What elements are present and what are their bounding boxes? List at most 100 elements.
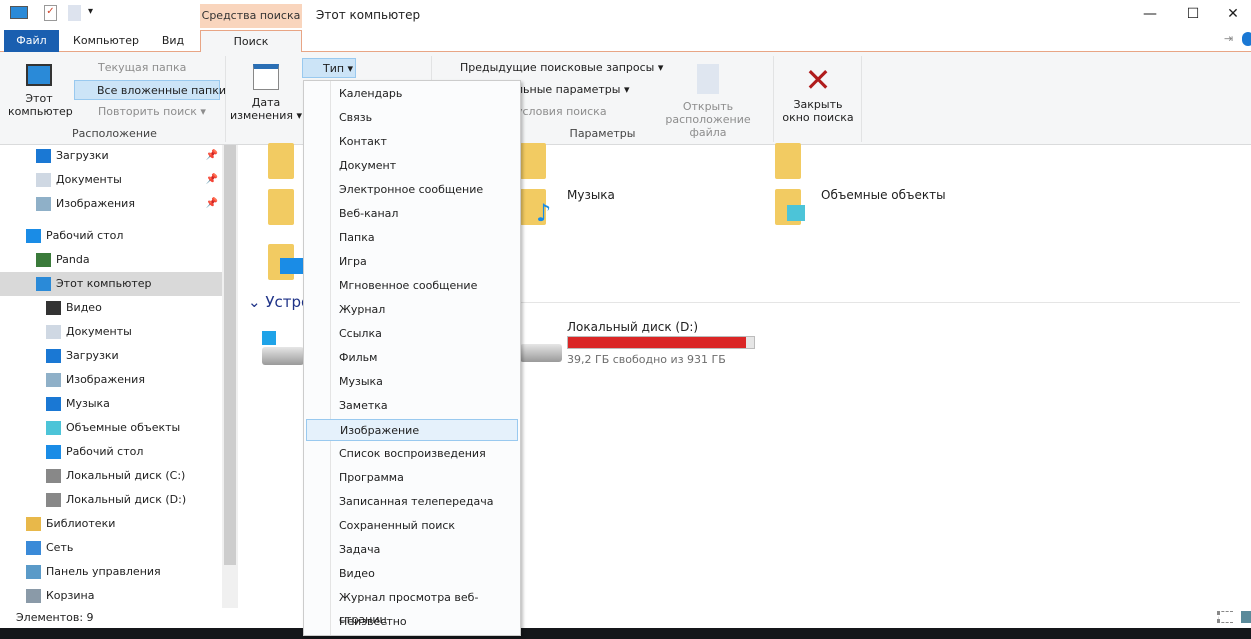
type-menu-item[interactable]: Задача [306, 539, 518, 561]
folder-images[interactable] [268, 185, 304, 225]
properties-icon[interactable]: ✓ [44, 5, 57, 21]
nav-item[interactable]: Загрузки 📌 [0, 144, 222, 168]
nav-item[interactable]: Изображения [0, 368, 222, 392]
this-pc-icon [26, 64, 52, 86]
open-location-label-1: Открыть [682, 100, 734, 113]
nav-item[interactable]: Корзина [0, 584, 222, 608]
tab-search[interactable]: Поиск [200, 30, 302, 52]
nav-item-label: Видео [66, 301, 102, 314]
nav-item[interactable]: Объемные объекты [0, 416, 222, 440]
nav-item-label: Загрузки [56, 149, 109, 162]
type-menu-item[interactable]: Видео [306, 563, 518, 585]
help-icon[interactable] [1242, 32, 1251, 46]
nav-item[interactable]: Загрузки [0, 344, 222, 368]
tab-view[interactable]: Вид [150, 30, 196, 52]
nav-item[interactable]: Библиотеки [0, 512, 222, 536]
nav-item-label: Изображения [56, 197, 135, 210]
close-search-button[interactable]: ✕ Закрыть окно поиска [778, 62, 858, 124]
nav-item-label: Библиотеки [46, 517, 116, 530]
type-menu-item[interactable]: Игра [306, 251, 518, 273]
nav-item-label: Документы [66, 325, 132, 338]
drive-c[interactable] [262, 331, 306, 367]
nav-item[interactable]: Видео [0, 296, 222, 320]
nav-item[interactable]: Изображения 📌 [0, 192, 222, 216]
nav-item-icon [26, 565, 41, 579]
quick-access-dropdown-icon[interactable]: ▾ [88, 6, 93, 17]
large-icons-view-button[interactable] [1241, 611, 1251, 623]
nav-item-label: Рабочий стол [46, 229, 124, 242]
nav-item-icon [46, 445, 61, 459]
nav-item[interactable]: Музыка [0, 392, 222, 416]
all-subfolders-button[interactable]: Все вложенные папки [74, 80, 226, 100]
folder-3d-objects-label: Объемные объекты [821, 188, 946, 202]
type-menu-item[interactable]: Папка [306, 227, 518, 249]
drive-d-free-space: 39,2 ГБ свободно из 931 ГБ [567, 353, 726, 366]
type-dropdown-button[interactable]: Тип ▾ [302, 58, 356, 78]
date-modified-button[interactable]: Дата изменения ▾ [230, 64, 302, 122]
type-menu-item[interactable]: Журнал [306, 299, 518, 321]
type-menu-item[interactable]: Изображение [306, 419, 518, 441]
type-menu-item[interactable]: Ссылка [306, 323, 518, 345]
pin-ribbon-icon[interactable]: ⇥ [1224, 32, 1233, 45]
folder-desktop[interactable] [268, 240, 304, 280]
nav-item-label: Панель управления [46, 565, 161, 578]
nav-item[interactable]: Панель управления [0, 560, 222, 584]
type-menu-item[interactable]: Сохраненный поиск [306, 515, 518, 537]
recent-searches-label: Предыдущие поисковые запросы [460, 61, 655, 74]
taskbar [0, 628, 1251, 639]
nav-item[interactable]: Рабочий стол [0, 440, 222, 464]
type-menu-item[interactable]: Фильм [306, 347, 518, 369]
type-menu-item[interactable]: Записанная телепередача [306, 491, 518, 513]
drive-icon [520, 344, 562, 362]
type-menu-item[interactable]: Контакт [306, 131, 518, 153]
new-folder-icon[interactable] [68, 5, 81, 21]
tab-computer[interactable]: Компьютер [66, 30, 146, 52]
devices-section-header[interactable]: ⌄ Устро [248, 293, 310, 311]
minimize-button[interactable]: — [1130, 4, 1170, 24]
scrollbar-thumb[interactable] [224, 145, 236, 565]
nav-item[interactable]: Panda [0, 248, 222, 272]
date-label-2: изменения [230, 109, 293, 122]
folder-3d-objects[interactable] [775, 185, 811, 225]
repeat-search-label: Повторить поиск [98, 105, 197, 118]
current-folder-button[interactable]: Текущая папка [76, 58, 186, 78]
close-button[interactable]: ✕ [1213, 4, 1251, 24]
nav-item-label: Рабочий стол [66, 445, 144, 458]
tab-file[interactable]: Файл [4, 30, 59, 52]
type-menu-item[interactable]: Неизвестно [306, 611, 518, 633]
details-view-button[interactable] [1217, 611, 1233, 623]
close-group: ✕ Закрыть окно поиска [774, 56, 862, 142]
nav-item[interactable]: Этот компьютер [0, 272, 222, 296]
this-pc-button[interactable]: Этот компьютер [8, 64, 73, 126]
recent-searches-button[interactable]: Предыдущие поисковые запросы ▾ [438, 58, 663, 78]
repeat-search-button[interactable]: Повторить поиск ▾ [76, 102, 206, 122]
type-menu-item[interactable]: Веб-канал [306, 203, 518, 225]
nav-item[interactable]: Документы [0, 320, 222, 344]
type-menu-item[interactable]: Связь [306, 107, 518, 129]
nav-item[interactable]: Рабочий стол [0, 224, 222, 248]
maximize-button[interactable]: ☐ [1173, 4, 1213, 24]
type-dropdown-menu: Календарь Связь Контакт Документ Электронное… [303, 80, 521, 636]
nav-item-label: Документы [56, 173, 122, 186]
type-menu-item[interactable]: Заметка [306, 395, 518, 417]
folder-videos[interactable] [268, 139, 304, 179]
type-menu-item[interactable]: Электронное сообщение [306, 179, 518, 201]
folder-music[interactable]: ♪ [520, 185, 556, 227]
drive-d[interactable]: Локальный диск (D:) 39,2 ГБ свободно из … [518, 320, 758, 370]
folder-downloads[interactable] [775, 139, 811, 179]
type-menu-item[interactable]: Музыка [306, 371, 518, 393]
nav-item[interactable]: Сеть [0, 536, 222, 560]
all-subfolders-label: Все вложенные папки [97, 84, 227, 97]
nav-item[interactable]: Локальный диск (C:) [0, 464, 222, 488]
type-menu-item[interactable]: Мгновенное сообщение [306, 275, 518, 297]
type-menu-item[interactable]: Программа [306, 467, 518, 489]
type-menu-item[interactable]: Список воспроизведения [306, 443, 518, 465]
type-menu-item[interactable]: Журнал просмотра веб-страниц [306, 587, 518, 626]
nav-item-label: Сеть [46, 541, 74, 554]
nav-item[interactable]: Локальный диск (D:) [0, 488, 222, 512]
nav-item-icon [36, 197, 51, 211]
folder-documents[interactable] [520, 139, 556, 179]
type-menu-item[interactable]: Документ [306, 155, 518, 177]
type-menu-item[interactable]: Календарь [306, 83, 518, 105]
nav-item[interactable]: Документы 📌 [0, 168, 222, 192]
